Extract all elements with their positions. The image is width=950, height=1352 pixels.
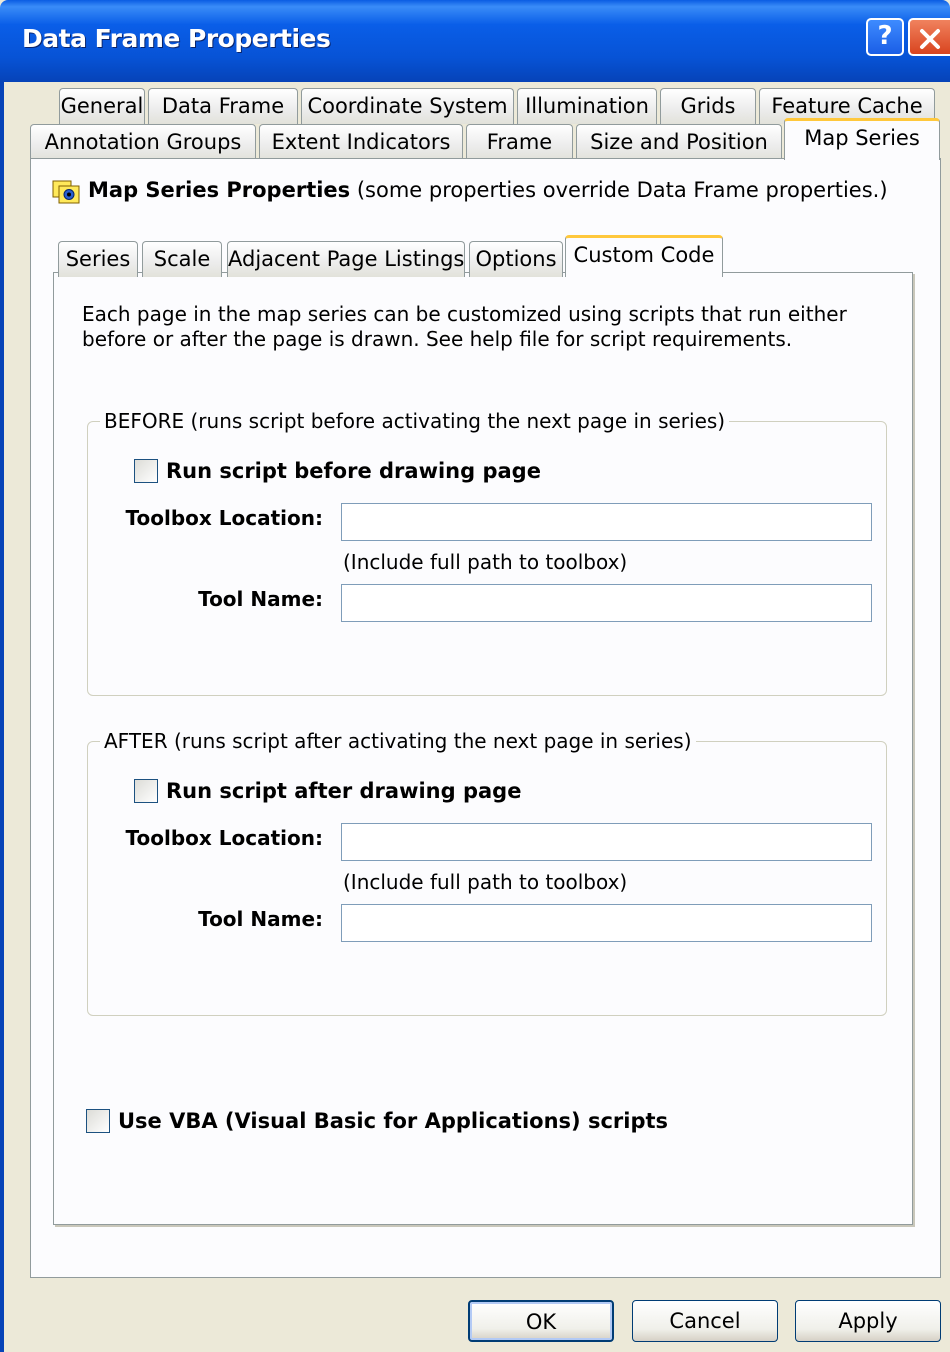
custom-code-description: Each page in the map series can be custo… (82, 302, 847, 351)
before-toolbox-hint: (Include full path to toolbox) (343, 550, 628, 574)
inner-tab-scale[interactable]: Scale (142, 241, 222, 277)
inner-tab-series[interactable]: Series (58, 241, 138, 277)
tab-coordinate-system[interactable]: Coordinate System (301, 88, 514, 124)
after-toolbox-location-input[interactable] (341, 823, 872, 861)
after-tool-name-input[interactable] (341, 904, 872, 942)
tab-frame[interactable]: Frame (466, 124, 573, 160)
tab-extent-indicators[interactable]: Extent Indicators (259, 124, 463, 160)
before-toolbox-location-label: Toolbox Location: (125, 506, 323, 530)
tab-annotation-groups[interactable]: Annotation Groups (30, 124, 256, 160)
before-toolbox-location-input[interactable] (341, 503, 872, 541)
run-before-checkbox[interactable] (134, 459, 158, 483)
tab-data-frame[interactable]: Data Frame (148, 88, 298, 124)
before-tool-name-input[interactable] (341, 584, 872, 622)
before-group-legend: BEFORE (runs script before activating th… (100, 409, 730, 433)
ok-button[interactable]: OK (468, 1300, 614, 1342)
window-title: Data Frame Properties (22, 24, 331, 53)
run-before-label[interactable]: Run script before drawing page (166, 459, 541, 483)
tab-general[interactable]: General (59, 88, 145, 124)
heading-title: Map Series Properties (88, 178, 351, 202)
inner-tab-custom-code[interactable]: Custom Code (565, 235, 723, 277)
close-button[interactable] (908, 18, 950, 56)
tab-illumination[interactable]: Illumination (517, 88, 657, 124)
after-toolbox-hint: (Include full path to toolbox) (343, 870, 628, 894)
use-vba-label[interactable]: Use VBA (Visual Basic for Applications) … (118, 1109, 668, 1133)
map-series-icon (52, 180, 80, 204)
after-group-legend: AFTER (runs script after activating the … (100, 729, 696, 753)
inner-tab-options[interactable]: Options (469, 241, 563, 277)
run-after-checkbox[interactable] (134, 779, 158, 803)
help-button[interactable]: ? (866, 18, 904, 56)
cancel-button[interactable]: Cancel (632, 1300, 778, 1342)
after-toolbox-location-label: Toolbox Location: (125, 826, 323, 850)
after-tool-name-label: Tool Name: (198, 907, 323, 931)
apply-button[interactable]: Apply (795, 1300, 941, 1342)
title-bar: Data Frame Properties ? (0, 0, 950, 82)
tab-map-series[interactable]: Map Series (784, 118, 940, 160)
heading-note: (some properties override Data Frame pro… (350, 178, 888, 202)
close-icon (920, 29, 940, 49)
tab-size-and-position[interactable]: Size and Position (576, 124, 782, 160)
map-series-heading: Map Series Properties (some properties o… (88, 178, 888, 202)
run-after-label[interactable]: Run script after drawing page (166, 779, 521, 803)
tab-grids[interactable]: Grids (660, 88, 756, 124)
inner-tab-adjacent-page-listings[interactable]: Adjacent Page Listings (227, 241, 465, 277)
use-vba-checkbox[interactable] (86, 1109, 110, 1133)
before-tool-name-label: Tool Name: (198, 587, 323, 611)
